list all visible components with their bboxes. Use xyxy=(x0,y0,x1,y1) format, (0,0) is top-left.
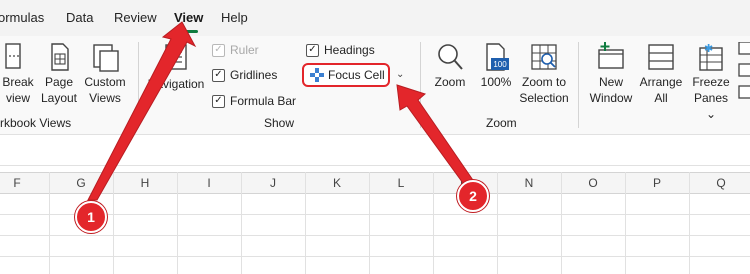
new-window-label-2: Window xyxy=(589,91,633,105)
page-layout-button[interactable]: Page Layout xyxy=(40,42,78,106)
column-header-j[interactable]: J xyxy=(241,176,305,190)
headings-label: Headings xyxy=(324,43,375,57)
grid-line xyxy=(0,256,750,257)
arrange-all-icon xyxy=(648,44,674,70)
custom-views-label-2: Views xyxy=(89,91,121,105)
menu-bar: ormulas Data Review View Help xyxy=(0,0,750,36)
custom-views-icon xyxy=(93,44,119,72)
annotation-badge-2: 2 xyxy=(457,180,489,212)
checkmark-icon: ✓ xyxy=(306,43,319,57)
column-header-q[interactable]: Q xyxy=(689,176,750,190)
checkmark-icon: ✓ xyxy=(212,43,225,57)
grid-line xyxy=(0,214,750,215)
navigation-icon xyxy=(165,44,187,70)
grid-line xyxy=(241,172,242,274)
custom-views-button[interactable]: Custom Views xyxy=(82,42,128,106)
page-break-label-1: Break xyxy=(2,75,34,89)
zoom-100-icon: 100 xyxy=(486,43,509,71)
arrange-all-button[interactable]: Arrange All xyxy=(638,42,684,106)
formula-bar-area xyxy=(0,134,750,166)
zoom-group-label: Zoom xyxy=(486,116,517,130)
zoom-100-badge: 100 xyxy=(493,60,507,69)
grid-line xyxy=(689,172,690,274)
page-break-icon xyxy=(5,43,21,69)
separator xyxy=(578,42,579,128)
arrange-all-label-2: All xyxy=(654,91,668,105)
navigation-label: Navigation xyxy=(147,77,205,91)
annotation-badge-1: 1 xyxy=(75,201,107,233)
separator xyxy=(138,42,139,128)
freeze-panes-button[interactable]: ✱ Freeze Panes ⌄ xyxy=(688,42,734,122)
menu-review[interactable]: Review xyxy=(114,10,157,25)
separator xyxy=(420,42,421,128)
gridlines-label: Gridlines xyxy=(230,68,278,82)
page-layout-icon xyxy=(51,43,69,71)
formula-bar-label: Formula Bar xyxy=(230,94,297,108)
zoom-100-label: 100% xyxy=(480,75,512,89)
focus-cell-icon xyxy=(310,68,324,82)
menu-view[interactable]: View xyxy=(174,10,203,25)
freeze-panes-label-2: Panes xyxy=(693,91,729,105)
magnifier-icon xyxy=(438,44,463,70)
formula-bar-checkbox[interactable]: ✓ Formula Bar xyxy=(212,94,296,108)
show-group-label: Show xyxy=(264,116,295,130)
column-header-f[interactable]: F xyxy=(0,176,49,190)
grid-line xyxy=(305,172,306,274)
arrange-all-label-1: Arrange xyxy=(639,75,683,89)
new-window-label-1: New xyxy=(598,75,623,89)
column-header-i[interactable]: I xyxy=(177,176,241,190)
page-layout-label-2: Layout xyxy=(40,91,78,105)
gridlines-checkbox[interactable]: ✓ Gridlines xyxy=(212,68,277,82)
menu-help[interactable]: Help xyxy=(221,10,248,25)
menu-formulas[interactable]: ormulas xyxy=(0,10,44,25)
zoom-to-selection-label-1: Zoom to xyxy=(521,75,566,89)
column-header-k[interactable]: K xyxy=(305,176,369,190)
navigation-button[interactable]: Navigation xyxy=(144,42,208,92)
grid-line xyxy=(625,172,626,274)
new-window-icon xyxy=(598,42,624,69)
grid-line xyxy=(0,235,750,236)
zoom-button[interactable]: Zoom xyxy=(430,42,470,90)
ruler-checkbox[interactable]: ✓ Ruler xyxy=(212,43,259,57)
column-header-n[interactable]: N xyxy=(497,176,561,190)
zoom-100-button[interactable]: 100 100% xyxy=(476,42,516,90)
zoom-label: Zoom xyxy=(434,75,466,89)
active-tab-indicator xyxy=(176,30,198,33)
focus-cell-button[interactable]: Focus Cell xyxy=(302,63,390,87)
freeze-panes-icon: ✱ xyxy=(699,42,723,71)
headings-checkbox[interactable]: ✓ Headings xyxy=(306,43,375,57)
zoom-to-selection-button[interactable]: Zoom to Selection xyxy=(518,42,570,106)
column-header-g[interactable]: G xyxy=(49,176,113,190)
grid-line xyxy=(113,172,114,274)
column-header-l[interactable]: L xyxy=(369,176,433,190)
menu-data[interactable]: Data xyxy=(66,10,93,25)
freeze-panes-label-1: Freeze xyxy=(692,75,730,89)
ruler-label: Ruler xyxy=(230,43,259,57)
freeze-panes-label-2-row: Panes ⌄ xyxy=(688,90,734,122)
chevron-down-icon: ⌄ xyxy=(705,107,717,121)
new-window-button[interactable]: New Window xyxy=(586,42,636,106)
custom-views-label-1: Custom xyxy=(84,75,126,89)
grid-line xyxy=(561,172,562,274)
page-layout-label-1: Page xyxy=(44,75,74,89)
grid-line xyxy=(49,172,50,274)
grid-line xyxy=(497,172,498,274)
column-header-h[interactable]: H xyxy=(113,176,177,190)
chevron-down-icon[interactable]: ⌄ xyxy=(396,69,404,80)
window-edge-icons xyxy=(738,42,750,99)
page-break-label-2: view xyxy=(5,91,30,105)
checkmark-icon: ✓ xyxy=(212,68,225,82)
grid-line xyxy=(177,172,178,274)
zoom-to-selection-label-2: Selection xyxy=(519,91,569,105)
workbook-views-group-label: rkbook Views xyxy=(0,116,72,130)
zoom-to-selection-icon xyxy=(531,44,557,70)
grid-line xyxy=(433,172,434,274)
checkmark-icon: ✓ xyxy=(212,94,225,108)
grid-line xyxy=(369,172,370,274)
page-break-preview-button[interactable]: Break view xyxy=(0,42,36,106)
snowflake-icon: ✱ xyxy=(704,42,713,55)
focus-cell-label: Focus Cell xyxy=(328,68,385,82)
column-header-p[interactable]: P xyxy=(625,176,689,190)
column-header-o[interactable]: O xyxy=(561,176,625,190)
